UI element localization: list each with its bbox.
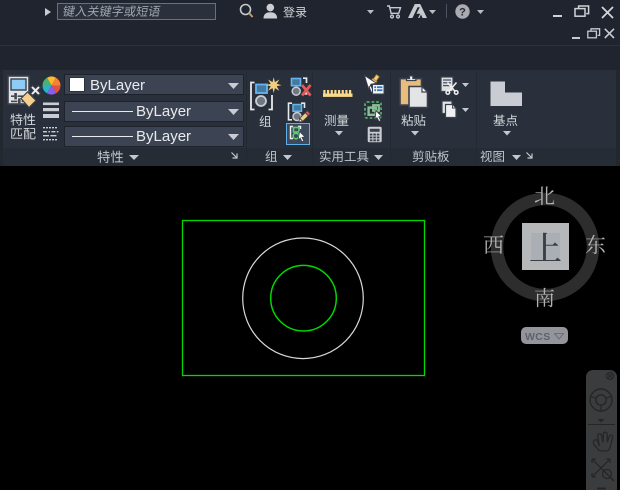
svg-text:?: ? bbox=[459, 6, 466, 18]
